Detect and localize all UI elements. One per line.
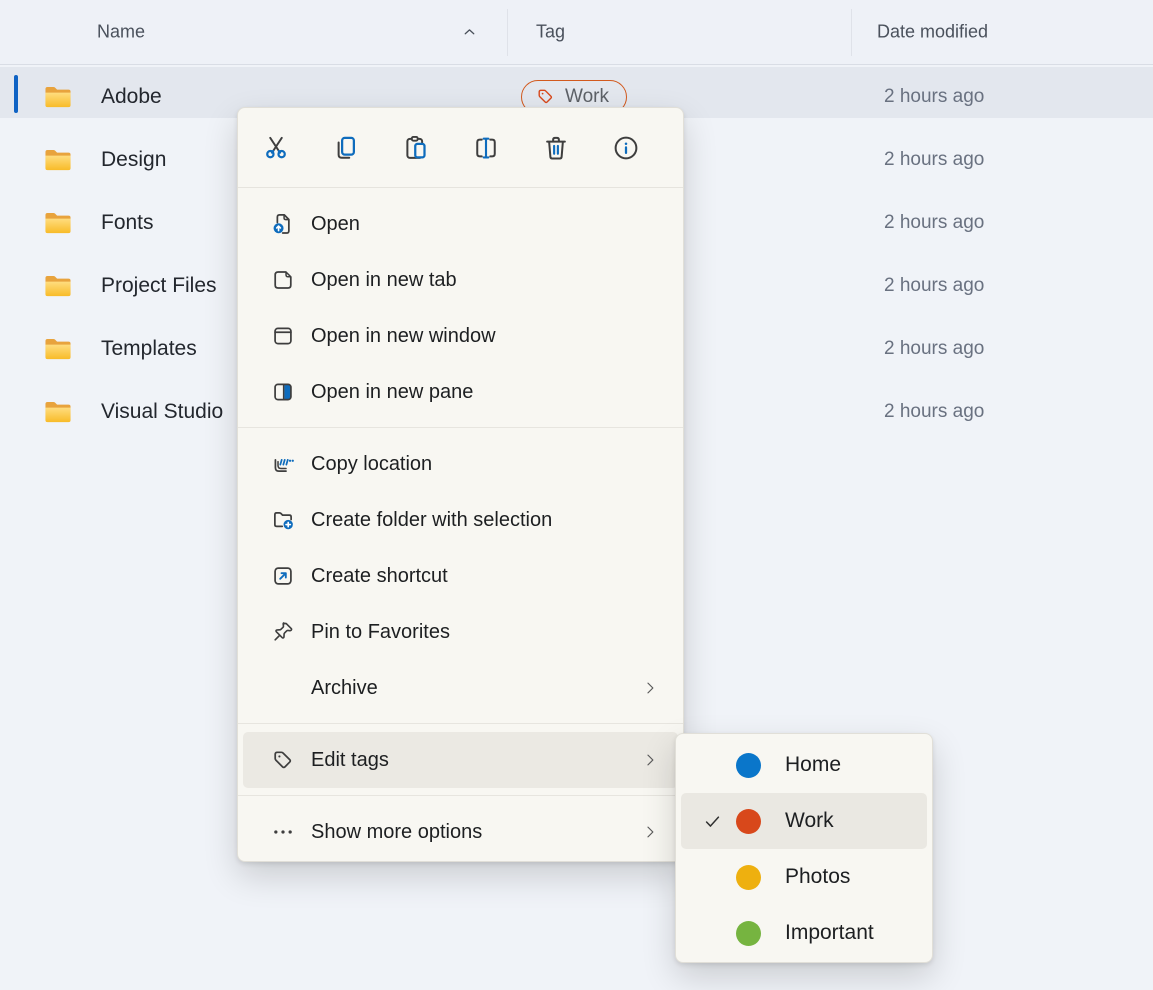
- copy-icon: [331, 133, 361, 163]
- tag-option-important[interactable]: Important: [681, 905, 927, 961]
- chevron-right-icon: [641, 679, 659, 697]
- tag-option-label: Photos: [785, 865, 850, 889]
- folder-name: Project Files: [101, 274, 217, 298]
- menu-item-archive[interactable]: Archive: [243, 660, 678, 716]
- pin-icon: [270, 619, 296, 645]
- menu-item-label: Pin to Favorites: [311, 621, 659, 644]
- copy-location-icon: [270, 451, 296, 477]
- tag-color-swatch: [736, 809, 761, 834]
- date-modified: 2 hours ago: [884, 212, 984, 234]
- tag-option-label: Important: [785, 921, 874, 945]
- menu-item-create-folder-with-selection[interactable]: Create folder with selection: [243, 492, 678, 548]
- menu-item-edit-tags[interactable]: Edit tags: [243, 732, 678, 788]
- tag-icon: [535, 86, 556, 107]
- info-icon: [611, 133, 641, 163]
- new-pane-icon: [270, 379, 296, 405]
- folder-icon: [42, 207, 74, 239]
- rename-icon: [471, 133, 501, 163]
- tag-color-swatch: [736, 865, 761, 890]
- tag-option-work[interactable]: Work: [681, 793, 927, 849]
- context-menu: Open Open in new tab Open in new window Ope…: [237, 107, 684, 862]
- check-icon: [702, 811, 736, 832]
- menu-separator: [238, 723, 683, 724]
- menu-item-label: Show more options: [311, 821, 641, 844]
- folder-name: Adobe: [101, 85, 162, 109]
- create-shortcut-icon: [270, 563, 296, 589]
- menu-item-label: Edit tags: [311, 749, 641, 772]
- date-modified: 2 hours ago: [884, 275, 984, 297]
- chevron-right-icon: [641, 751, 659, 769]
- tag-icon: [270, 747, 296, 773]
- paste-button[interactable]: [388, 124, 444, 172]
- tag-badge-label: Work: [565, 86, 609, 108]
- cut-button[interactable]: [248, 124, 304, 172]
- menu-item-open[interactable]: Open: [243, 196, 678, 252]
- tag-option-home[interactable]: Home: [681, 737, 927, 793]
- menu-item-label: Create shortcut: [311, 565, 659, 588]
- tag-color-swatch: [736, 753, 761, 778]
- file-list-header: Name Tag Date modified: [0, 0, 1153, 65]
- column-separator: [851, 9, 852, 56]
- menu-separator: [238, 427, 683, 428]
- new-window-icon: [270, 323, 296, 349]
- folder-icon: [42, 333, 74, 365]
- menu-item-create-shortcut[interactable]: Create shortcut: [243, 548, 678, 604]
- date-modified: 2 hours ago: [884, 401, 984, 423]
- file-explorer-window: Name Tag Date modified Adobe Work 2 hours …: [0, 0, 1153, 990]
- edit-tags-submenu: Home Work Photos Important: [675, 733, 933, 963]
- menu-separator: [238, 795, 683, 796]
- context-menu-items: Open Open in new tab Open in new window Ope…: [238, 188, 683, 860]
- tag-option-photos[interactable]: Photos: [681, 849, 927, 905]
- menu-item-label: Open in new window: [311, 325, 659, 348]
- folder-icon: [42, 81, 74, 113]
- folder-name: Fonts: [101, 211, 154, 235]
- rename-button[interactable]: [458, 124, 514, 172]
- folder-icon: [42, 396, 74, 428]
- menu-item-open-in-new-tab[interactable]: Open in new tab: [243, 252, 678, 308]
- chevron-right-icon: [641, 823, 659, 841]
- menu-item-label: Open in new tab: [311, 269, 659, 292]
- menu-item-copy-location[interactable]: Copy location: [243, 436, 678, 492]
- folder-icon: [42, 144, 74, 176]
- menu-item-label: Archive: [311, 677, 641, 700]
- create-folder-icon: [270, 507, 296, 533]
- tag-option-label: Home: [785, 753, 841, 777]
- tag-color-swatch: [736, 921, 761, 946]
- cut-icon: [261, 133, 291, 163]
- menu-item-label: Open: [311, 213, 659, 236]
- paste-icon: [401, 133, 431, 163]
- open-icon: [270, 211, 296, 237]
- column-header-tag[interactable]: Tag: [536, 22, 565, 43]
- menu-item-open-in-new-pane[interactable]: Open in new pane: [243, 364, 678, 420]
- folder-name: Design: [101, 148, 166, 172]
- new-tab-icon: [270, 267, 296, 293]
- properties-button[interactable]: [598, 124, 654, 172]
- selection-accent-bar: [14, 75, 18, 113]
- more-icon: [270, 819, 296, 845]
- folder-name: Visual Studio: [101, 400, 223, 424]
- icon-spacer: [270, 675, 296, 701]
- sort-ascending-icon: [461, 24, 478, 41]
- menu-item-show-more-options[interactable]: Show more options: [243, 804, 678, 860]
- menu-item-label: Open in new pane: [311, 381, 659, 404]
- delete-button[interactable]: [528, 124, 584, 172]
- folder-icon: [42, 270, 74, 302]
- menu-item-open-in-new-window[interactable]: Open in new window: [243, 308, 678, 364]
- copy-button[interactable]: [318, 124, 374, 172]
- column-header-name[interactable]: Name: [97, 22, 145, 43]
- date-modified: 2 hours ago: [884, 338, 984, 360]
- menu-item-pin-to-favorites[interactable]: Pin to Favorites: [243, 604, 678, 660]
- menu-item-label: Create folder with selection: [311, 509, 659, 532]
- date-modified: 2 hours ago: [884, 86, 984, 108]
- tag-option-label: Work: [785, 809, 834, 833]
- date-modified: 2 hours ago: [884, 149, 984, 171]
- column-separator: [507, 9, 508, 56]
- delete-icon: [541, 133, 571, 163]
- folder-name: Templates: [101, 337, 197, 361]
- context-menu-toolbar: [238, 108, 683, 188]
- column-header-date-modified[interactable]: Date modified: [877, 22, 988, 43]
- menu-item-label: Copy location: [311, 453, 659, 476]
